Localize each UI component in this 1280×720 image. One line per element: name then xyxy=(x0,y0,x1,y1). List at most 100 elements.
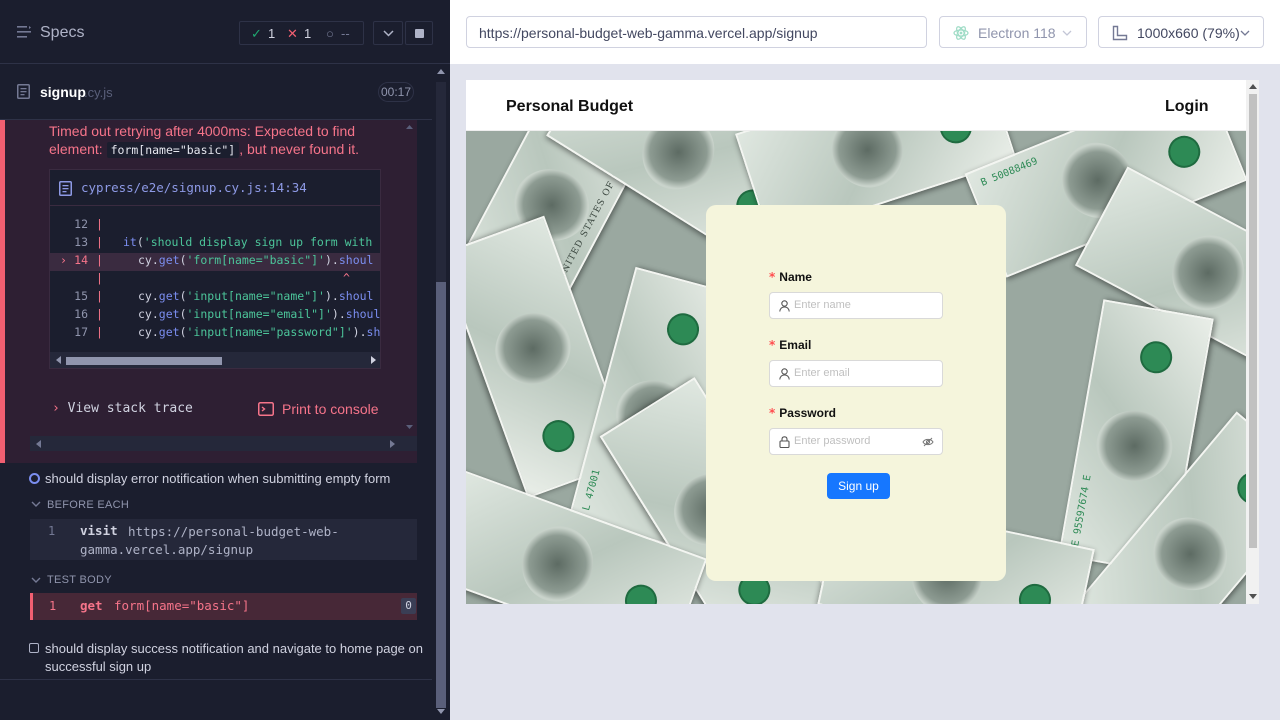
error-selector: form[name="basic"] xyxy=(106,142,240,158)
before-each-label[interactable]: BEFORE EACH xyxy=(47,499,129,511)
print-to-console-button[interactable]: Print to console xyxy=(282,401,379,417)
app-brand[interactable]: Personal Budget xyxy=(506,98,633,116)
chevron-down-icon[interactable] xyxy=(31,500,41,508)
options-dropdown-button[interactable] xyxy=(373,21,403,45)
code-horizontal-scrollbar[interactable] xyxy=(50,352,380,368)
email-input[interactable]: Enter email xyxy=(769,360,943,387)
chevron-down-icon xyxy=(1240,30,1250,36)
scroll-up-icon[interactable] xyxy=(437,69,445,74)
test-stats: ✓ 1 ✕ 1 ○ -- xyxy=(239,21,364,45)
eye-invisible-icon[interactable] xyxy=(922,437,934,447)
test-body-label[interactable]: TEST BODY xyxy=(47,574,112,586)
spec-extension: .cy.js xyxy=(84,85,113,100)
command-row-get-failed[interactable]: 1 get form[name="basic"] 0 xyxy=(30,593,417,620)
pending-icon: ○ xyxy=(326,26,334,41)
email-placeholder: Enter email xyxy=(794,367,850,379)
code-text: cy.get('input[name="password"]').sh xyxy=(138,325,381,339)
url-bar[interactable]: https://personal-budget-web-gamma.vercel… xyxy=(466,16,927,48)
line-number: 15 xyxy=(74,289,88,303)
pending-square-icon xyxy=(29,643,39,653)
check-icon: ✓ xyxy=(251,26,262,41)
password-label-text: Password xyxy=(779,406,836,420)
scroll-right-icon[interactable] xyxy=(371,356,376,364)
login-link[interactable]: Login xyxy=(1165,98,1209,116)
code-frame: cypress/e2e/signup.cy.js:14:34 12 | 13 | i… xyxy=(49,169,381,369)
file-icon xyxy=(59,181,72,196)
error-vertical-scrollbar[interactable] xyxy=(402,120,417,436)
error-message-suffix: , but never found it. xyxy=(239,141,360,157)
name-field-label: * Name xyxy=(769,270,812,284)
electron-icon xyxy=(953,26,969,40)
signup-form-card: * Name Enter name * Email Enter email * Pas… xyxy=(706,205,1006,581)
error-indicator-bar xyxy=(0,120,5,463)
specs-menu-icon[interactable] xyxy=(17,26,31,38)
chevron-down-icon xyxy=(383,30,394,37)
reporter-panel: Specs ✓ 1 ✕ 1 ○ -- signup .cy.js 00:17 T… xyxy=(0,0,450,720)
command-row-visit[interactable]: 1 visit https://personal-budget-web-gamm… xyxy=(30,519,417,560)
code-text: it('should display sign up form with xyxy=(123,235,373,249)
chevron-down-icon[interactable] xyxy=(31,576,41,584)
code-text: cy.get('input[name="email"]').shoul xyxy=(138,307,381,321)
line-number: 13 xyxy=(74,235,88,249)
code-line-highlighted: › 14 | cy.get('form[name="basic"]').shoul xyxy=(50,253,380,271)
code-line: 17 | cy.get('input[name="password"]').sh xyxy=(50,325,381,343)
scroll-left-icon[interactable] xyxy=(56,356,61,364)
cross-icon: ✕ xyxy=(287,26,298,41)
password-placeholder: Enter password xyxy=(794,435,871,447)
scroll-up-icon[interactable] xyxy=(402,122,417,132)
spec-name[interactable]: signup xyxy=(40,84,86,100)
scroll-down-icon[interactable] xyxy=(402,422,417,432)
view-stack-trace-label: View stack trace xyxy=(67,401,193,416)
line-number: 16 xyxy=(74,307,88,321)
scroll-down-icon[interactable] xyxy=(437,709,445,714)
error-panel: Timed out retrying after 4000ms: Expecte… xyxy=(0,120,417,463)
sign-up-button[interactable]: Sign up xyxy=(827,473,890,499)
stop-button[interactable] xyxy=(405,21,433,45)
code-text: cy.get('input[name="name"]').shoul xyxy=(138,289,374,303)
lock-icon xyxy=(779,436,790,448)
command-number: 1 xyxy=(49,599,57,613)
scroll-up-icon[interactable] xyxy=(1249,84,1257,89)
elements-count-badge: 0 xyxy=(401,598,416,614)
command-argument: form[name="basic"] xyxy=(114,598,250,613)
error-horizontal-scrollbar[interactable] xyxy=(30,436,417,451)
test-title[interactable]: should display error notification when s… xyxy=(45,471,425,486)
passed-count: 1 xyxy=(268,26,276,41)
failed-count: 1 xyxy=(304,26,312,41)
user-icon xyxy=(779,300,790,312)
password-field-label: * Password xyxy=(769,406,836,420)
test-title[interactable]: should display success notification and … xyxy=(45,640,425,676)
caret-marker: ^ xyxy=(343,271,350,285)
spec-header: signup .cy.js 00:17 xyxy=(0,64,432,120)
reporter-vertical-scrollbar[interactable] xyxy=(432,64,450,720)
error-message: Timed out retrying after 4000ms: Expecte… xyxy=(49,122,389,159)
scrollbar-thumb[interactable] xyxy=(66,357,222,365)
specs-label[interactable]: Specs xyxy=(40,24,84,42)
browser-select[interactable]: Electron 118 xyxy=(939,16,1087,48)
browser-label: Electron 118 xyxy=(978,25,1056,41)
ruler-icon xyxy=(1112,25,1128,41)
scroll-right-icon[interactable] xyxy=(390,440,395,448)
code-frame-header[interactable]: cypress/e2e/signup.cy.js:14:34 xyxy=(50,170,380,206)
bill-serial: L 47001 xyxy=(581,468,603,512)
scroll-down-icon[interactable] xyxy=(1249,594,1257,599)
email-label-text: Email xyxy=(779,338,812,352)
app-vertical-scrollbar[interactable] xyxy=(1246,80,1259,604)
app-navbar: Personal Budget Login xyxy=(466,80,1246,131)
viewport-select[interactable]: 1000x660 (79%) xyxy=(1098,16,1264,48)
scrollbar-thumb[interactable] xyxy=(1249,94,1257,548)
password-input[interactable]: Enter password xyxy=(769,428,943,455)
spec-duration-badge: 00:17 xyxy=(378,82,414,102)
scrollbar-thumb[interactable] xyxy=(436,282,446,708)
divider xyxy=(0,679,432,680)
code-file-path[interactable]: cypress/e2e/signup.cy.js:14:34 xyxy=(81,180,307,195)
name-input[interactable]: Enter name xyxy=(769,292,943,319)
running-spinner-icon xyxy=(29,473,40,484)
command-number: 1 xyxy=(48,524,56,538)
view-stack-trace-button[interactable]: › View stack trace xyxy=(52,401,193,416)
code-line: 13 | it('should display sign up form with xyxy=(50,235,380,253)
scroll-left-icon[interactable] xyxy=(36,440,41,448)
code-line: 15 | cy.get('input[name="name"]').shoul xyxy=(50,289,380,307)
name-label-text: Name xyxy=(779,270,812,284)
reporter-header: Specs ✓ 1 ✕ 1 ○ -- xyxy=(0,0,450,64)
